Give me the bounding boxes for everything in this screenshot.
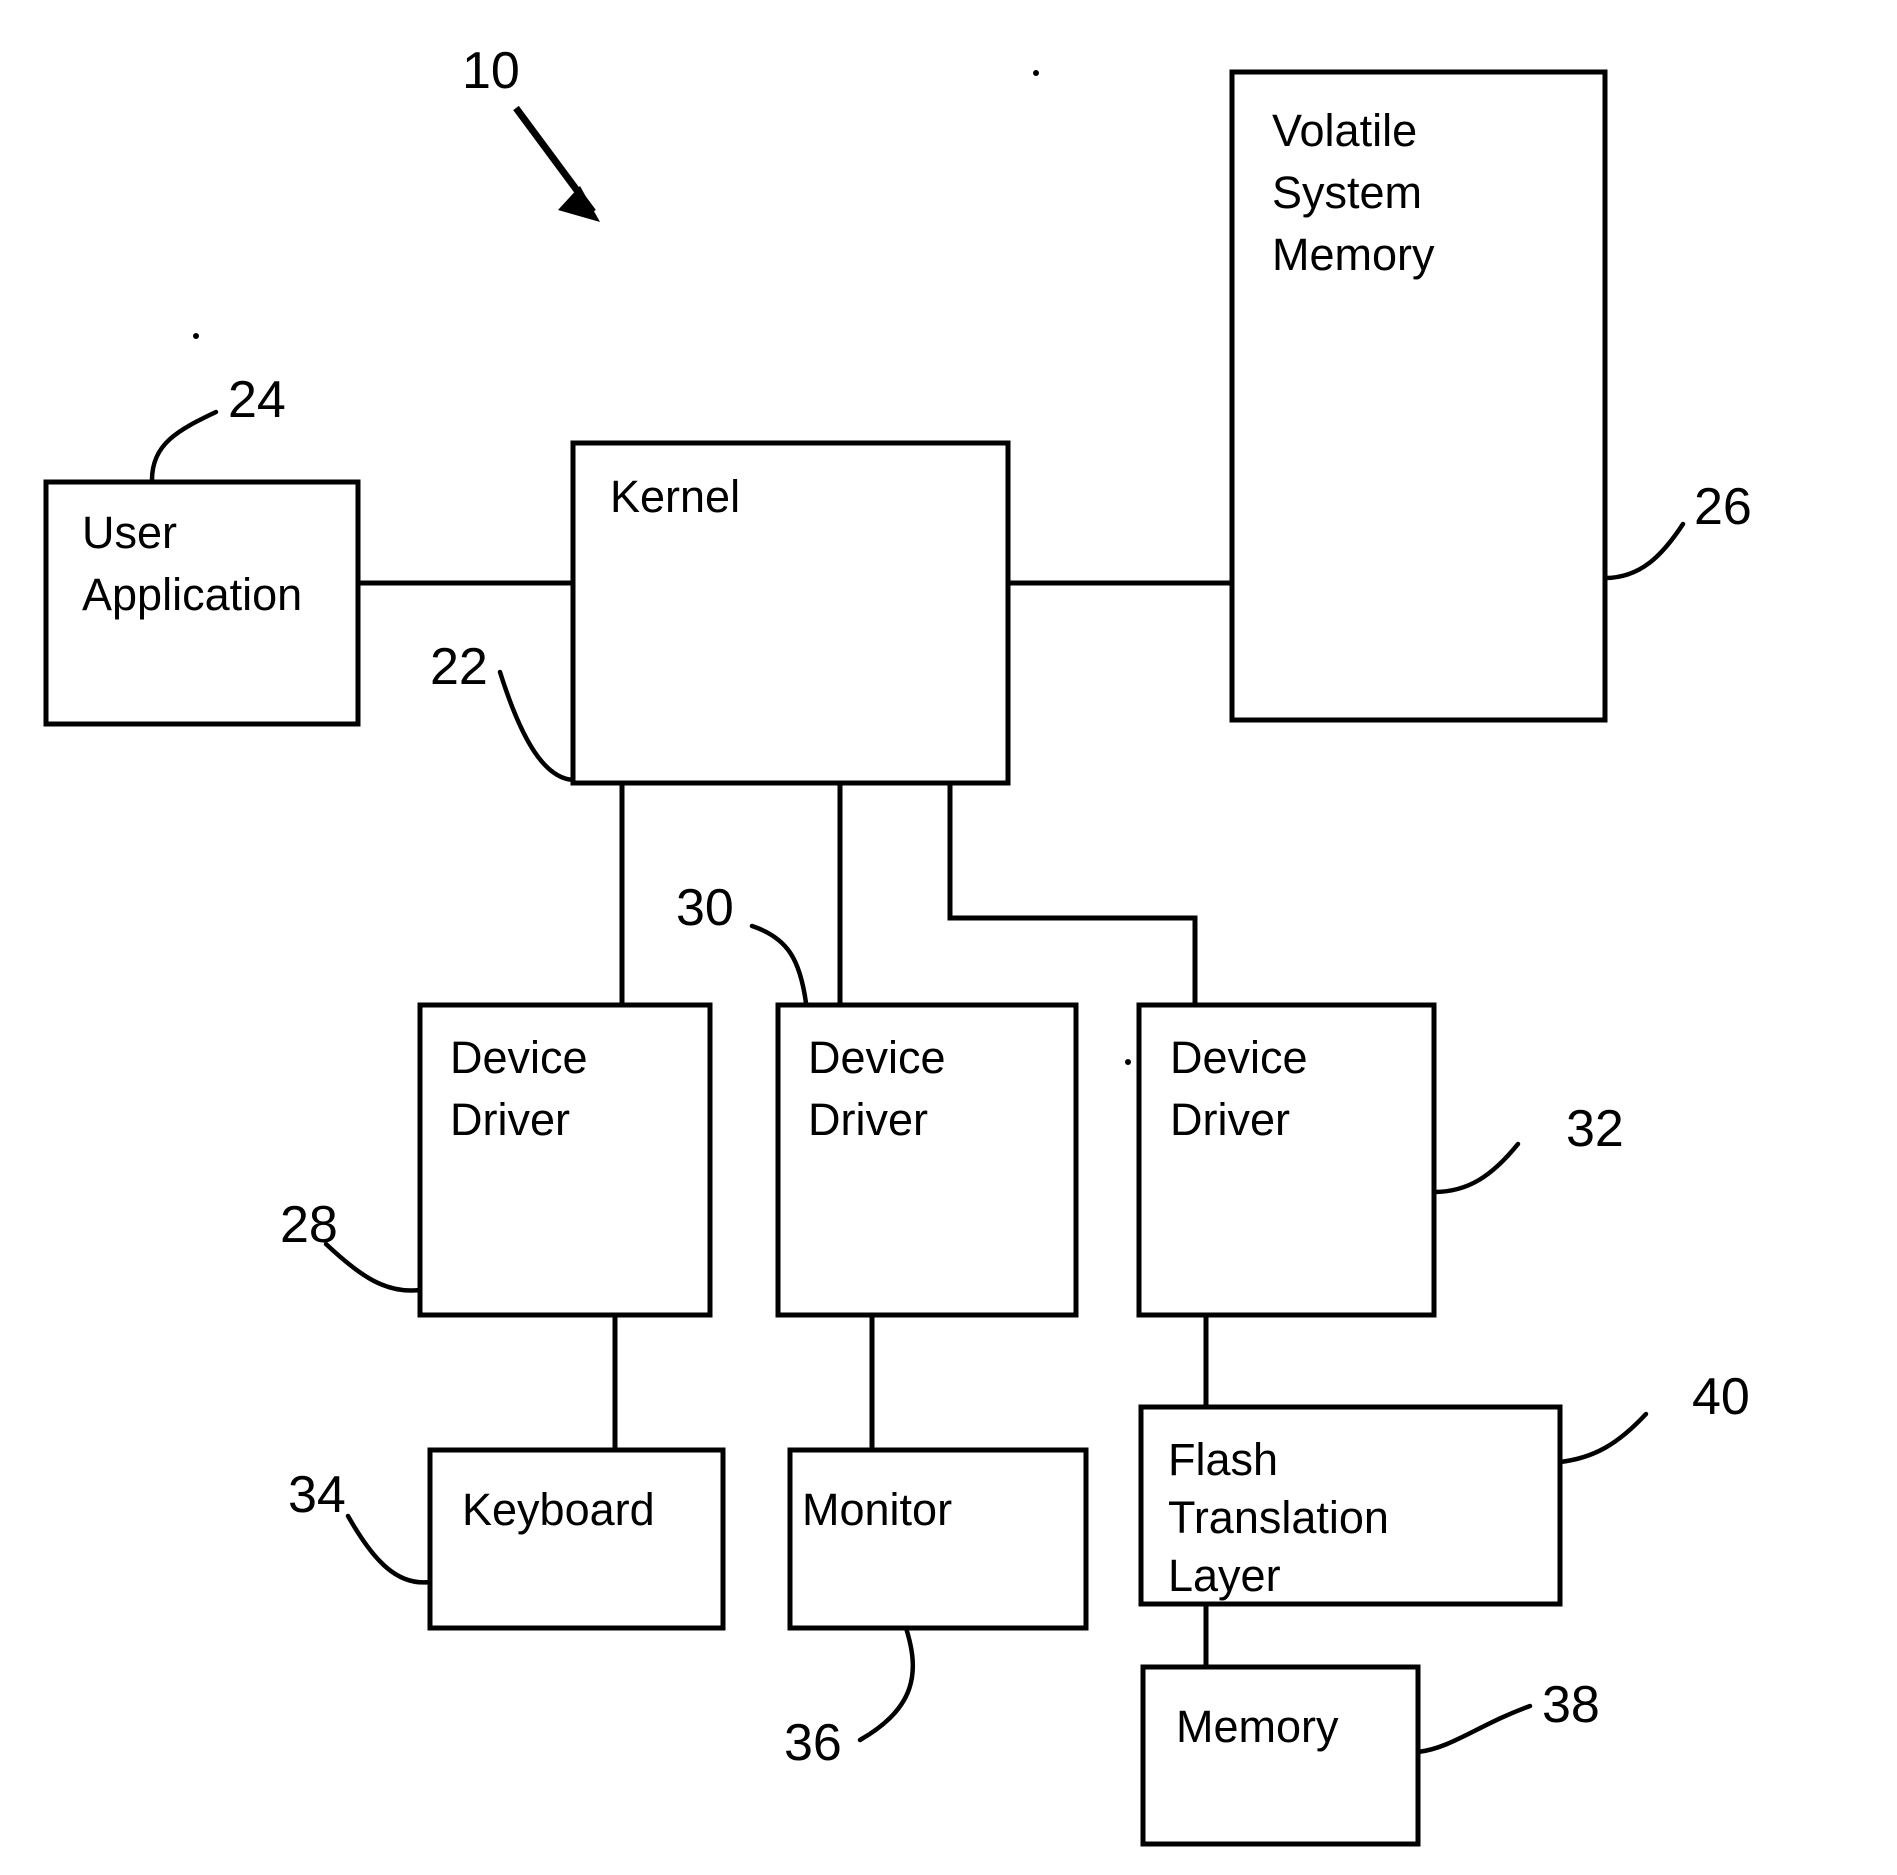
block-volatile-system-memory[interactable]: Volatile System Memory xyxy=(1229,69,1608,723)
flash-translation-layer-line-1: Flash xyxy=(1168,1434,1278,1485)
device-driver-3-line-1: Device xyxy=(1170,1032,1308,1083)
reference-callout-22: 22 xyxy=(430,638,576,783)
block-flash-translation-layer[interactable]: Flash Translation Layer xyxy=(1138,1404,1563,1607)
leader-line-24 xyxy=(149,409,219,483)
ref-label-22: 22 xyxy=(430,638,488,696)
leader-line-26 xyxy=(1602,521,1686,581)
leader-line-22 xyxy=(497,669,576,783)
ref-label-28: 28 xyxy=(280,1196,338,1254)
reference-callout-30: 30 xyxy=(676,879,809,1006)
ref-label-38: 38 xyxy=(1542,1676,1600,1734)
volatile-system-memory-line-1: Volatile xyxy=(1272,105,1417,156)
keyboard-box[interactable] xyxy=(427,1447,726,1631)
figure-arrow-head xyxy=(558,186,600,222)
flash-translation-layer-line-3: Layer xyxy=(1168,1550,1281,1601)
memory-label: Memory xyxy=(1176,1701,1339,1752)
ref-label-10: 10 xyxy=(462,42,520,100)
device-driver-1-line-1: Device xyxy=(450,1032,588,1083)
volatile-system-memory-line-2: System xyxy=(1272,167,1422,218)
block-diagram-canvas: 10 Volatile System Memory 26 User Applic… xyxy=(43,42,1752,1847)
ref-label-26: 26 xyxy=(1694,478,1752,536)
reference-callout-24: 24 xyxy=(149,371,286,483)
figure-reference-10: 10 xyxy=(462,42,600,222)
ref-label-40: 40 xyxy=(1692,1368,1750,1426)
monitor-box[interactable] xyxy=(787,1447,1089,1631)
leader-line-40 xyxy=(1557,1411,1649,1465)
leader-line-30 xyxy=(749,923,809,1006)
leader-line-34 xyxy=(345,1513,433,1585)
leader-line-36 xyxy=(857,1625,916,1743)
user-application-line-1: User xyxy=(82,507,177,558)
user-application-line-2: Application xyxy=(82,569,302,620)
flash-translation-layer-line-2: Translation xyxy=(1168,1492,1389,1543)
leader-line-38 xyxy=(1415,1703,1533,1755)
block-memory[interactable]: Memory xyxy=(1140,1664,1421,1847)
ref-label-34: 34 xyxy=(288,1466,346,1524)
block-monitor[interactable]: Monitor xyxy=(787,1447,1089,1631)
patent-figure: 10 Volatile System Memory 26 User Applic… xyxy=(0,0,1897,1875)
reference-callout-32: 32 xyxy=(1431,1100,1624,1195)
reference-callout-34: 34 xyxy=(288,1466,433,1585)
kernel-label: Kernel xyxy=(610,471,740,522)
keyboard-label: Keyboard xyxy=(462,1484,655,1535)
device-driver-3-line-2: Driver xyxy=(1170,1094,1290,1145)
ref-label-24: 24 xyxy=(228,371,286,429)
block-keyboard[interactable]: Keyboard xyxy=(427,1447,726,1631)
reference-callout-36: 36 xyxy=(784,1625,916,1772)
leader-line-28 xyxy=(323,1241,423,1293)
connector-kernel-driver3 xyxy=(947,783,1198,1005)
scan-speck xyxy=(1033,70,1039,76)
scan-speck xyxy=(1125,1059,1131,1065)
block-kernel[interactable]: Kernel xyxy=(570,440,1011,786)
reference-callout-26: 26 xyxy=(1602,478,1752,581)
monitor-label: Monitor xyxy=(802,1484,952,1535)
device-driver-1-line-2: Driver xyxy=(450,1094,570,1145)
device-driver-2-line-1: Device xyxy=(808,1032,946,1083)
ref-label-30: 30 xyxy=(676,879,734,937)
scan-speck xyxy=(193,333,199,339)
volatile-system-memory-line-3: Memory xyxy=(1272,229,1435,280)
reference-callout-40: 40 xyxy=(1557,1368,1750,1465)
leader-line-32 xyxy=(1431,1141,1521,1195)
memory-box[interactable] xyxy=(1140,1664,1421,1847)
reference-callout-38: 38 xyxy=(1415,1676,1600,1755)
block-device-driver-1[interactable]: Device Driver xyxy=(417,1002,713,1318)
block-device-driver-2[interactable]: Device Driver xyxy=(775,1002,1079,1318)
block-user-application[interactable]: User Application xyxy=(43,479,361,727)
device-driver-2-line-2: Driver xyxy=(808,1094,928,1145)
ref-label-36: 36 xyxy=(784,1714,842,1772)
ref-label-32: 32 xyxy=(1566,1100,1624,1158)
block-device-driver-3[interactable]: Device Driver xyxy=(1136,1002,1437,1318)
reference-callout-28: 28 xyxy=(280,1196,423,1293)
